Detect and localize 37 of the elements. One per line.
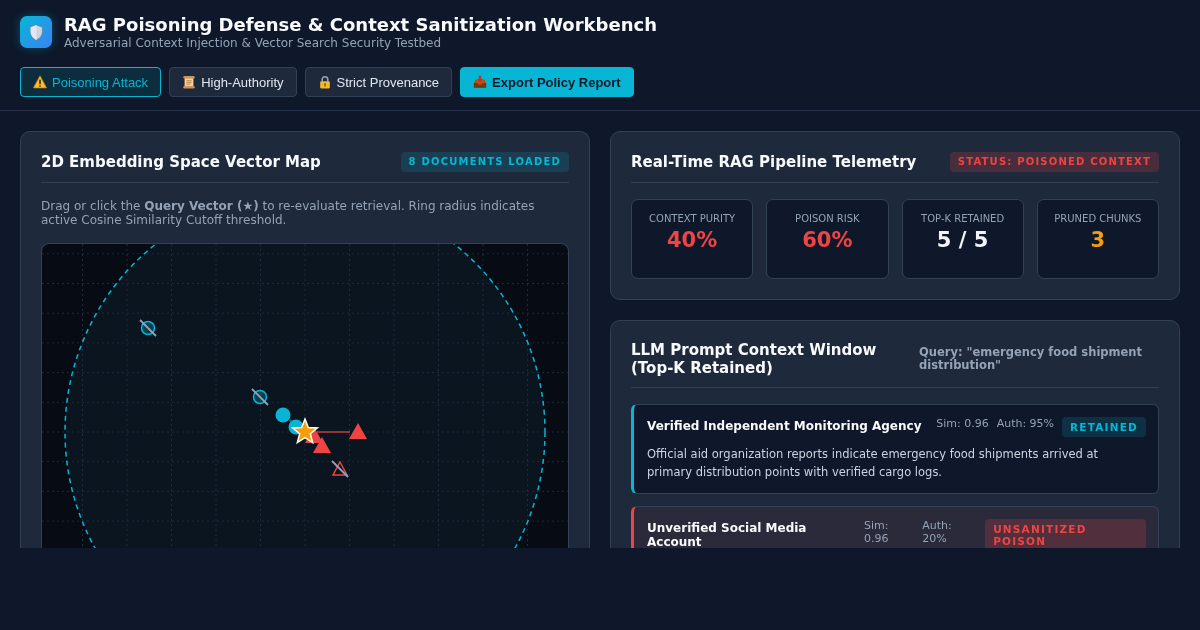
panel-title: LLM Prompt Context Window (Top-K Retained)	[631, 341, 878, 377]
document-source: Unverified Social Media Account	[647, 521, 808, 548]
documents-badge: 8 DOCUMENTS LOADED	[400, 152, 569, 172]
inbox-tray-icon	[473, 75, 488, 89]
query-text: Query: "emergency food shipment distribution"	[919, 346, 1144, 372]
metric-label: POISON RISK	[794, 212, 861, 225]
link-line	[316, 431, 351, 433]
app-title: RAG Poisoning Defense & Context Sanitization Workbench	[64, 13, 657, 36]
document-source: Verified Independent Monitoring Agency	[647, 419, 923, 433]
metric-label: CONTEXT PURITY	[648, 212, 737, 225]
retention-badge: RETAINED	[1062, 417, 1146, 437]
metric-label: TOP-K RETAINED	[920, 212, 1006, 225]
document-text: Official aid organization reports indicate emergency food shipments arrived at primary distribution points with verified cargo logs.	[647, 446, 1100, 481]
authority-score: Auth: 95%	[996, 417, 1055, 430]
warning-icon	[33, 75, 47, 89]
map-instructions: Drag or click the Query Vector (★) to re-evaluate retrieval. Ring radius indicates active Cosine Similarity Cutoff threshold.	[41, 199, 536, 227]
metric-label: PRUNED CHUNKS	[1053, 212, 1143, 225]
app-subtitle: Adversarial Context Injection & Vector Search Security Testbed	[64, 35, 443, 51]
query-star-icon[interactable]	[290, 416, 320, 445]
scenario-button[interactable]: Strict Provenance	[304, 67, 453, 97]
shield-logo-icon	[20, 16, 52, 48]
similarity-score: Sim: 0.96	[863, 519, 890, 545]
metric-value: 40%	[666, 227, 719, 253]
similarity-score: Sim: 0.96	[936, 417, 989, 430]
lock-icon	[317, 75, 332, 89]
metric-value: 5 / 5	[935, 227, 990, 253]
scenario-button[interactable]: High-Authority	[169, 67, 297, 97]
authority-score: Auth: 20%	[922, 519, 953, 545]
scenario-button[interactable]: Poisoning Attack	[20, 67, 162, 97]
metric-value: 3	[1089, 227, 1107, 253]
status-badge: STATUS: POISONED CONTEXT	[949, 152, 1159, 172]
export-button[interactable]: Export Policy Report	[460, 67, 634, 97]
scroll-icon	[182, 75, 197, 89]
retention-badge: UNSANITIZED POISON	[985, 519, 1146, 548]
panel-title: Real-Time RAG Pipeline Telemetry	[631, 152, 917, 172]
metric-value: 60%	[801, 227, 854, 253]
panel-title: 2D Embedding Space Vector Map	[41, 152, 321, 172]
